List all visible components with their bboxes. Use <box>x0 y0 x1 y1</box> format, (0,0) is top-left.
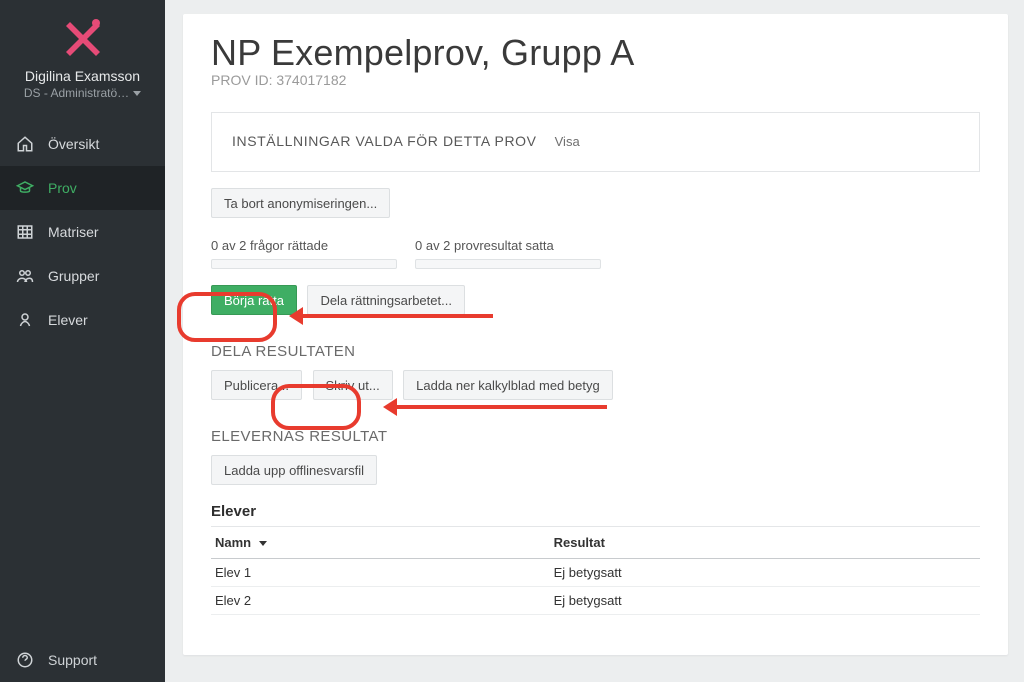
sidebar-item-support[interactable]: Support <box>0 638 165 682</box>
nav-list: Översikt Prov Matriser Grupper Elever <box>0 122 165 342</box>
sidebar-item-grupper[interactable]: Grupper <box>0 254 165 298</box>
nav-label: Support <box>48 652 97 668</box>
user-role-dropdown[interactable]: DS - Administratö… <box>24 86 141 100</box>
progress-questions-bar <box>211 259 397 269</box>
user-role-text: DS - Administratö… <box>24 86 129 100</box>
section-students-title: ELEVERNAS RESULTAT <box>211 428 980 445</box>
page-title: NP Exempelprov, Grupp A <box>211 32 980 74</box>
table-caption: Elever <box>211 503 980 520</box>
sidebar-item-overview[interactable]: Översikt <box>0 122 165 166</box>
share-grading-button[interactable]: Dela rättningsarbetet... <box>307 285 465 315</box>
page-subtitle: PROV ID: 374017182 <box>211 72 980 88</box>
section-share-title: DELA RESULTATEN <box>211 343 980 360</box>
card: NP Exempelprov, Grupp A PROV ID: 3740171… <box>183 14 1008 655</box>
col-name-label: Namn <box>215 535 251 550</box>
chevron-down-icon <box>133 91 141 96</box>
nav-label: Elever <box>48 312 88 328</box>
progress-results: 0 av 2 provresultat satta <box>415 238 601 269</box>
sort-desc-icon <box>259 541 267 546</box>
sidebar-item-prov[interactable]: Prov <box>0 166 165 210</box>
anon-row: Ta bort anonymiseringen... <box>211 188 980 218</box>
progress-questions-label: 0 av 2 frågor rättade <box>211 238 397 253</box>
sidebar-item-matriser[interactable]: Matriser <box>0 210 165 254</box>
cell-name: Elev 1 <box>211 559 550 587</box>
settings-show-link[interactable]: Visa <box>555 134 580 149</box>
table-row[interactable]: Elev 2 Ej betygsatt <box>211 587 980 615</box>
main: NP Exempelprov, Grupp A PROV ID: 3740171… <box>165 0 1024 682</box>
grading-row: Börja rätta Dela rättningsarbetet... <box>211 285 980 315</box>
graduation-cap-icon <box>16 179 34 197</box>
app-root: Digilina Examsson DS - Administratö… Öve… <box>0 0 1024 682</box>
upload-row: Ladda upp offlinesvarsfil <box>211 455 980 485</box>
sidebar-bottom: Support <box>0 638 165 682</box>
col-result-header[interactable]: Resultat <box>550 527 980 559</box>
cell-name: Elev 2 <box>211 587 550 615</box>
table-header-row: Namn Resultat <box>211 527 980 559</box>
user-block: Digilina Examsson DS - Administratö… <box>0 66 165 116</box>
cell-result: Ej betygsatt <box>550 587 980 615</box>
progress-results-label: 0 av 2 provresultat satta <box>415 238 601 253</box>
share-row: Publicera... Skriv ut... Ladda ner kalky… <box>211 370 980 400</box>
start-grade-button[interactable]: Börja rätta <box>211 285 297 315</box>
download-sheet-button[interactable]: Ladda ner kalkylblad med betyg <box>403 370 613 400</box>
nav-label: Matriser <box>48 224 99 240</box>
progress-results-bar <box>415 259 601 269</box>
nav-label: Prov <box>48 180 77 196</box>
help-icon <box>16 651 34 669</box>
publish-button[interactable]: Publicera... <box>211 370 302 400</box>
remove-anon-button[interactable]: Ta bort anonymiseringen... <box>211 188 390 218</box>
group-icon <box>16 267 34 285</box>
progress-questions: 0 av 2 frågor rättade <box>211 238 397 269</box>
progress-row: 0 av 2 frågor rättade 0 av 2 provresulta… <box>211 238 980 269</box>
table-row[interactable]: Elev 1 Ej betygsatt <box>211 559 980 587</box>
user-badge-icon <box>16 311 34 329</box>
settings-box: INSTÄLLNINGAR VALDA FÖR DETTA PROV Visa <box>211 112 980 172</box>
students-table: Namn Resultat Elev 1 Ej betygsatt Elev 2… <box>211 526 980 615</box>
nav-label: Grupper <box>48 268 99 284</box>
upload-offline-button[interactable]: Ladda upp offlinesvarsfil <box>211 455 377 485</box>
sidebar-item-elever[interactable]: Elever <box>0 298 165 342</box>
user-name: Digilina Examsson <box>8 68 157 84</box>
nav-label: Översikt <box>48 136 99 152</box>
logo-icon <box>60 14 106 60</box>
logo-wrap <box>0 0 165 66</box>
grid-icon <box>16 223 34 241</box>
print-button[interactable]: Skriv ut... <box>313 370 393 400</box>
col-name-header[interactable]: Namn <box>211 527 550 559</box>
cell-result: Ej betygsatt <box>550 559 980 587</box>
home-icon <box>16 135 34 153</box>
settings-label: INSTÄLLNINGAR VALDA FÖR DETTA PROV <box>232 133 537 149</box>
sidebar: Digilina Examsson DS - Administratö… Öve… <box>0 0 165 682</box>
annotation-arrow <box>397 405 607 409</box>
